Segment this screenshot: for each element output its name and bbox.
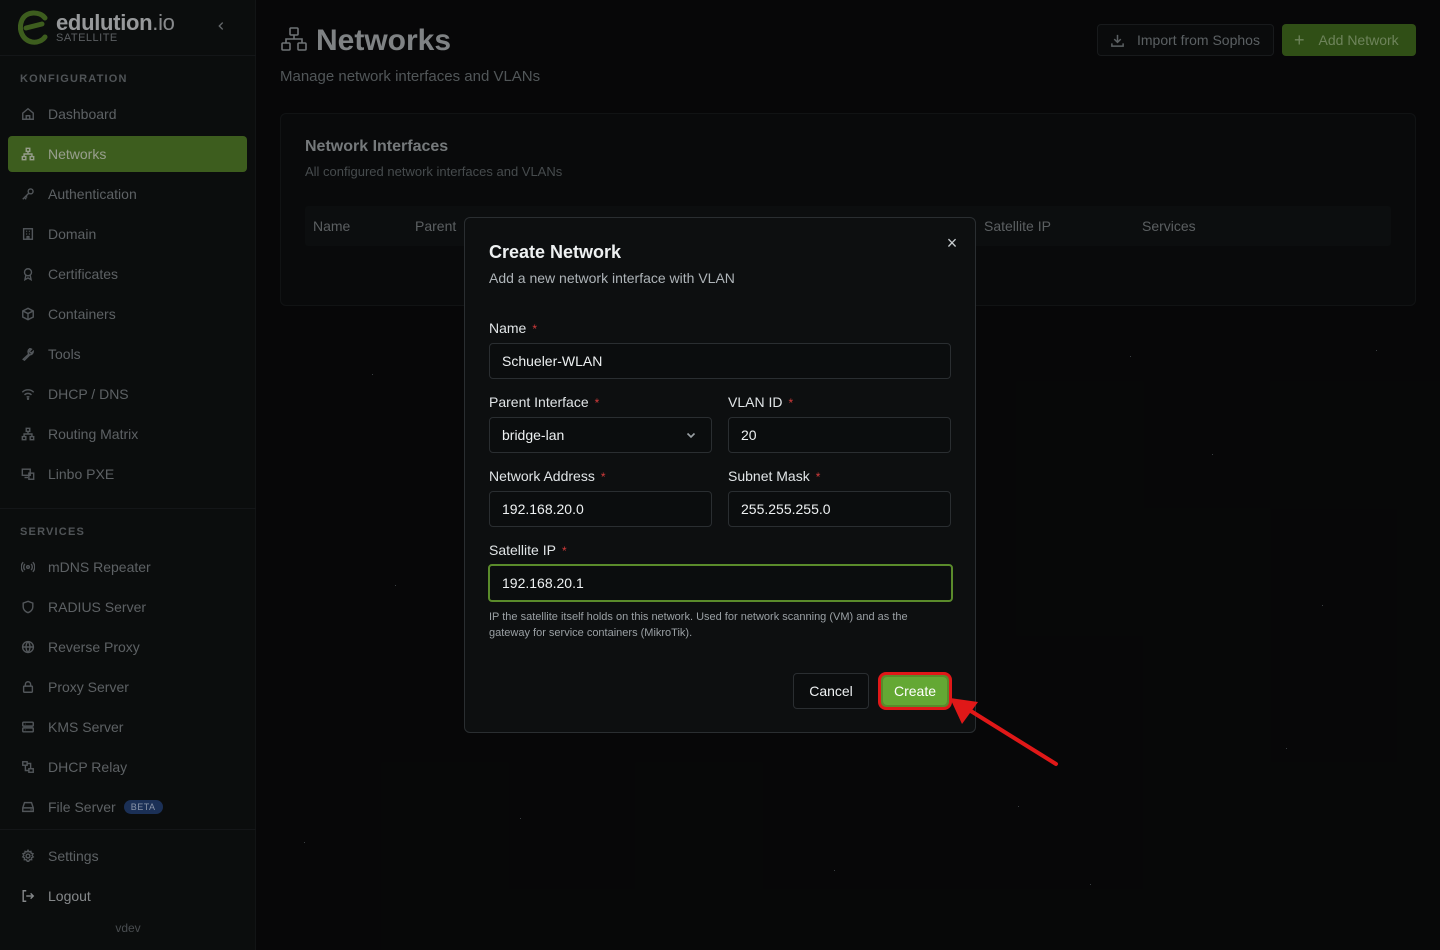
dialog-title: Create Network: [489, 242, 622, 262]
chevron-down-icon: [685, 428, 697, 444]
cancel-button[interactable]: Cancel: [793, 673, 869, 709]
name-input[interactable]: [489, 343, 951, 379]
subnet-mask-label: Subnet Mask *: [728, 468, 821, 484]
create-button-highlight: Create: [878, 672, 952, 710]
close-icon: ×: [946, 233, 958, 253]
subnet-mask-input[interactable]: [728, 491, 951, 527]
name-label: Name *: [489, 320, 538, 336]
dialog-subtitle: Add a new network interface with VLAN: [489, 270, 735, 286]
create-network-dialog: × Create Network Add a new network inter…: [464, 217, 976, 733]
network-address-input[interactable]: [489, 491, 712, 527]
parent-interface-value: bridge-lan: [502, 427, 565, 443]
close-dialog-button[interactable]: ×: [943, 234, 961, 252]
parent-interface-select[interactable]: bridge-lan: [489, 417, 712, 453]
cancel-button-label: Cancel: [809, 683, 853, 699]
satellite-ip-input[interactable]: [488, 564, 953, 602]
network-address-label: Network Address *: [489, 468, 606, 484]
create-button[interactable]: Create: [883, 677, 947, 705]
satellite-ip-hint: IP the satellite itself holds on this ne…: [489, 611, 908, 639]
vlan-id-input[interactable]: [728, 417, 951, 453]
satellite-ip-label: Satellite IP *: [489, 542, 567, 558]
parent-interface-label: Parent Interface *: [489, 394, 600, 410]
annotation-arrow-icon: [950, 698, 1058, 766]
vlan-id-label: VLAN ID *: [728, 394, 794, 410]
